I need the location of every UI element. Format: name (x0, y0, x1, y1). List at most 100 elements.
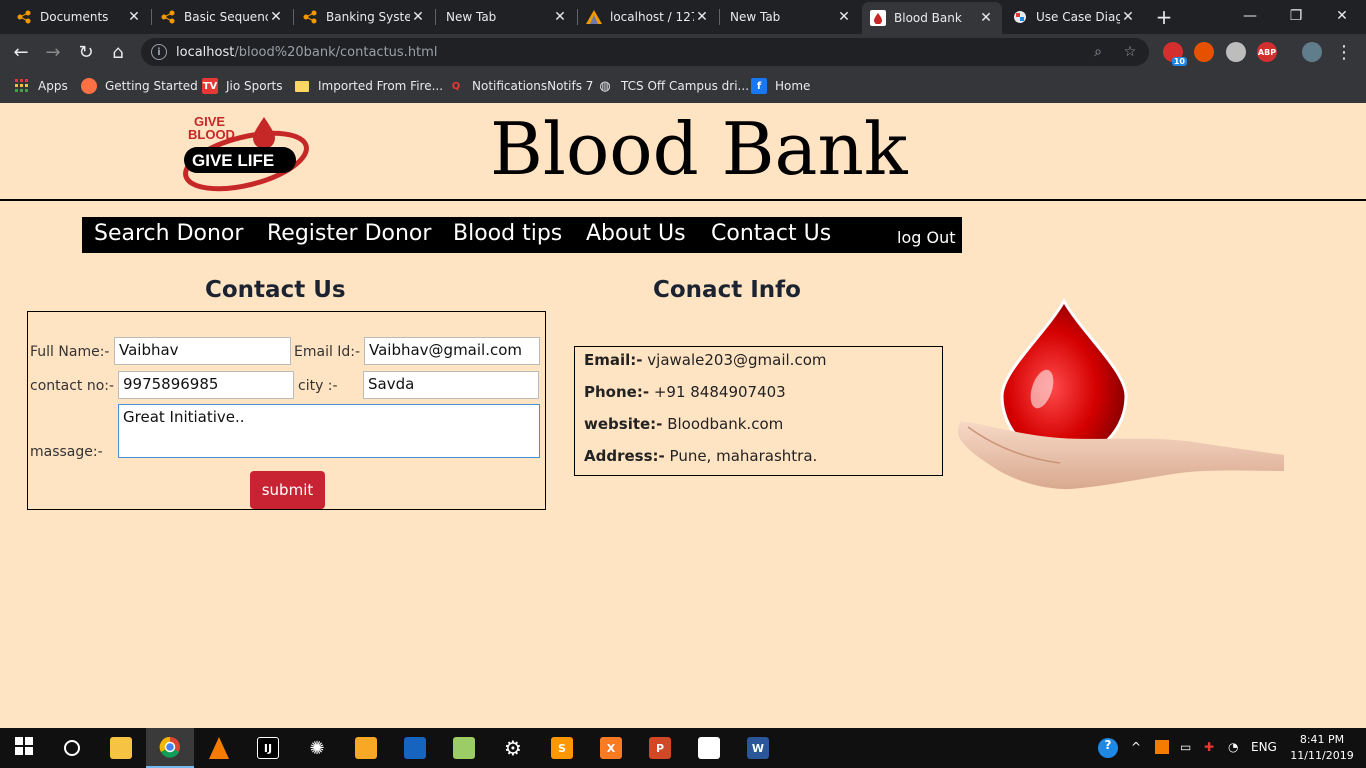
info-icon[interactable]: i (151, 44, 167, 60)
firefox-icon (81, 78, 97, 94)
tab-localhost[interactable]: localhost / 127 ✕ (578, 3, 718, 31)
tab-new-tab-2[interactable]: New Tab ✕ (720, 3, 860, 31)
contact-input[interactable]: 9975896985 (118, 371, 294, 399)
bookmark-label: Getting Started (105, 79, 198, 93)
settings-gear-icon[interactable]: ⚙ (489, 728, 537, 768)
tray-alert-icon[interactable]: ✚ (1204, 740, 1214, 754)
tab-use-case-diagram[interactable]: Use Case Diag ✕ (1004, 3, 1144, 31)
info-address: Address:- Pune, maharashtra. (584, 447, 817, 465)
tab-blood-bank[interactable]: Blood Bank ✕ (862, 2, 1002, 34)
city-input[interactable]: Savda (363, 371, 539, 399)
extension-badge-icon[interactable]: 10 (1163, 42, 1187, 66)
bookmark-label: Jio Sports (226, 79, 283, 93)
address-bar[interactable]: i localhost/blood%20bank/contactus.html … (141, 38, 1149, 66)
extension-fire-icon[interactable] (1194, 42, 1214, 62)
bookmark-tcs[interactable]: ◍ TCS Off Campus dri... (597, 76, 749, 96)
logout-link[interactable]: log Out (897, 228, 955, 247)
back-arrow-icon[interactable]: ← (9, 40, 33, 64)
menu-kebab-icon[interactable]: ⋮ (1332, 40, 1356, 64)
bookmark-imported[interactable]: Imported From Fire... (294, 76, 443, 96)
submit-button[interactable]: submit (250, 471, 325, 509)
tab-label: Basic Sequence (184, 10, 268, 24)
wifi-icon[interactable]: ◔ (1228, 740, 1238, 754)
info-heading: Conact Info (653, 277, 801, 303)
tab-label: Use Case Diag (1036, 10, 1120, 24)
file-explorer-icon[interactable] (97, 728, 145, 768)
bookmark-star-icon[interactable]: ☆ (1121, 43, 1139, 61)
language-indicator[interactable]: ENG (1251, 740, 1277, 754)
share-icon (160, 9, 176, 25)
new-tab-button[interactable]: + (1153, 5, 1175, 29)
close-icon[interactable]: ✕ (694, 9, 710, 25)
minimize-icon[interactable]: — (1227, 0, 1273, 32)
reload-icon[interactable]: ↻ (74, 40, 98, 64)
tray-chevron-up-icon[interactable]: ^ (1131, 740, 1141, 754)
tv-icon: TV (202, 78, 218, 94)
tab-new-tab-1[interactable]: New Tab ✕ (436, 3, 576, 31)
chrome-icon[interactable] (146, 728, 194, 768)
tray-xampp-icon[interactable] (1155, 740, 1169, 754)
restore-icon[interactable]: ❐ (1273, 0, 1319, 32)
message-textarea[interactable]: Great Initiative.. (118, 404, 540, 458)
info-address-value: Pune, maharashtra. (669, 447, 818, 465)
nav-blood-tips[interactable]: Blood tips (453, 221, 562, 246)
adblock-icon[interactable]: ABP (1257, 42, 1277, 62)
window-close-icon[interactable]: ✕ (1319, 0, 1365, 32)
browser-toolbar: ← → ↻ ⌂ i localhost/blood%20bank/contact… (0, 34, 1366, 70)
maps-app-icon[interactable] (440, 728, 488, 768)
close-icon[interactable]: ✕ (268, 9, 284, 25)
bookmark-notifications[interactable]: Q NotificationsNotifs 7 (448, 76, 594, 96)
zoom-icon[interactable]: ⌕ (1089, 43, 1107, 61)
extension-glass-icon[interactable] (1226, 42, 1246, 62)
nav-register-donor[interactable]: Register Donor (267, 221, 431, 246)
email-input[interactable]: Vaibhav@gmail.com (364, 337, 540, 365)
nav-about-us[interactable]: About Us (586, 221, 686, 246)
profile-avatar[interactable] (1302, 42, 1322, 62)
info-website-value: Bloodbank.com (667, 415, 784, 433)
home-icon[interactable]: ⌂ (106, 40, 130, 64)
nav-search-donor[interactable]: Search Donor (94, 221, 243, 246)
close-icon[interactable]: ✕ (978, 10, 994, 26)
pictures-app-icon[interactable] (342, 728, 390, 768)
adblock-label: ABP (1257, 47, 1277, 57)
tab-documents[interactable]: Documents ✕ (8, 3, 150, 31)
close-icon[interactable]: ✕ (410, 9, 426, 25)
contact-form: Full Name:- Vaibhav Email Id:- Vaibhav@g… (27, 311, 546, 510)
photos-app-icon[interactable] (685, 728, 733, 768)
cortana-search-icon[interactable] (48, 728, 96, 768)
vlc-icon[interactable] (195, 728, 243, 768)
bookmark-getting-started[interactable]: Getting Started (81, 76, 198, 96)
bookmark-label: NotificationsNotifs 7 (472, 79, 594, 93)
xampp-icon[interactable]: X (587, 728, 635, 768)
intellij-icon[interactable]: IJ (244, 728, 292, 768)
share-icon (302, 9, 318, 25)
tab-label: New Tab (730, 10, 781, 24)
help-icon[interactable]: ? (1098, 738, 1118, 758)
word-icon[interactable]: W (734, 728, 782, 768)
bookmark-apps[interactable]: Apps (14, 76, 68, 96)
tab-basic-sequence[interactable]: Basic Sequence ✕ (152, 3, 292, 31)
sublime-text-icon[interactable]: S (538, 728, 586, 768)
info-email-label: Email:- (584, 351, 643, 369)
nav-contact-us[interactable]: Contact Us (711, 221, 831, 246)
forward-arrow-icon[interactable]: → (41, 40, 65, 64)
network-app-icon[interactable] (391, 728, 439, 768)
start-button[interactable] (0, 728, 48, 768)
powerpoint-icon[interactable]: P (636, 728, 684, 768)
contact-label: contact no:- (30, 378, 115, 394)
battery-icon[interactable]: ▭ (1180, 740, 1191, 754)
close-icon[interactable]: ✕ (836, 9, 852, 25)
close-icon[interactable]: ✕ (552, 9, 568, 25)
close-icon[interactable]: ✕ (126, 9, 142, 25)
bookmark-home[interactable]: f Home (751, 76, 810, 96)
system-clock[interactable]: 8:41 PM 11/11/2019 (1290, 732, 1354, 764)
close-icon[interactable]: ✕ (1120, 9, 1136, 25)
blood-drop-hand-image (950, 293, 1286, 493)
tab-banking-system[interactable]: Banking System ✕ (294, 3, 434, 31)
info-email: Email:- vjawale203@gmail.com (584, 351, 826, 369)
fullname-label: Full Name:- (30, 344, 110, 360)
tab-label: New Tab (446, 10, 497, 24)
pinwheel-app-icon[interactable]: ✺ (293, 728, 341, 768)
fullname-input[interactable]: Vaibhav (114, 337, 291, 365)
bookmark-jio-sports[interactable]: TV Jio Sports (202, 76, 283, 96)
